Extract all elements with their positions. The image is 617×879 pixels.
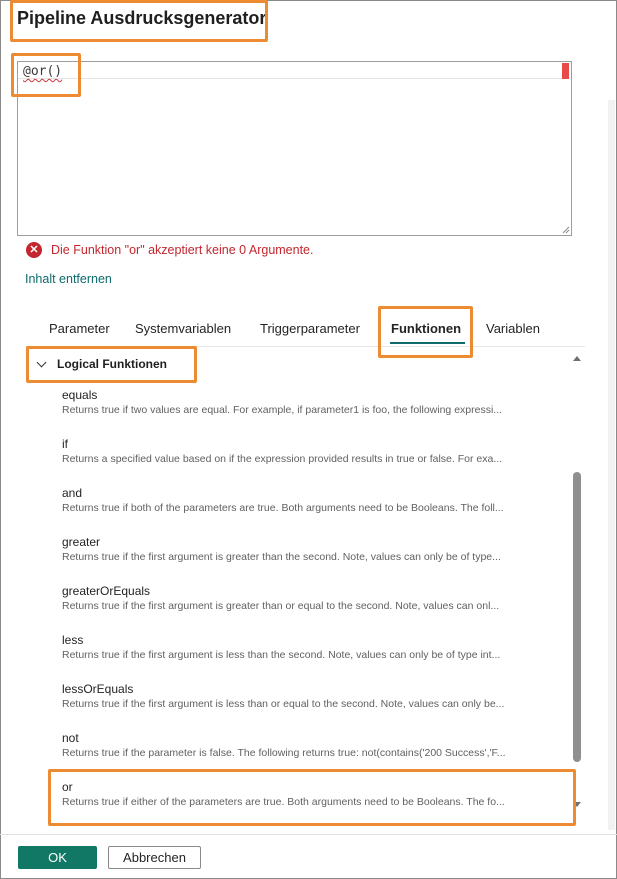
function-description: Returns true if the first argument is gr… — [62, 551, 501, 563]
function-item-greater[interactable]: greater Returns true if the first argume… — [62, 535, 566, 564]
function-name: less — [62, 633, 84, 647]
function-name: greater — [62, 535, 101, 549]
error-text: Die Funktion "or" akzeptiert keine 0 Arg… — [51, 243, 314, 257]
function-description: Returns true if the first argument is le… — [62, 698, 505, 710]
function-description: Returns true if both of the parameters a… — [62, 502, 504, 514]
function-description: Returns true if the first argument is le… — [62, 649, 501, 661]
tab-variablen[interactable]: Variablen — [486, 321, 540, 336]
active-tab-indicator — [390, 342, 465, 344]
function-item-greaterorequals[interactable]: greaterOrEquals Returns true if the firs… — [62, 584, 566, 613]
function-name: lessOrEquals — [62, 682, 134, 696]
function-name: and — [62, 486, 83, 500]
tab-triggerparameter[interactable]: Triggerparameter — [260, 321, 360, 336]
function-item-if[interactable]: if Returns a specified value based on if… — [62, 437, 566, 466]
tab-parameter[interactable]: Parameter — [49, 321, 110, 336]
cancel-button[interactable]: Abbrechen — [108, 846, 201, 869]
function-name: greaterOrEquals — [62, 584, 151, 598]
editor-current-line — [18, 78, 565, 79]
ok-button[interactable]: OK — [18, 846, 97, 869]
scroll-up-icon[interactable] — [573, 356, 581, 361]
tab-funktionen[interactable]: Funktionen — [391, 321, 461, 336]
section-label: Logical Funktionen — [57, 357, 167, 371]
remove-content-link[interactable]: Inhalt entfernen — [25, 272, 112, 286]
function-item-lessorequals[interactable]: lessOrEquals Returns true if the first a… — [62, 682, 566, 711]
function-item-and[interactable]: and Returns true if both of the paramete… — [62, 486, 566, 515]
chevron-down-icon — [36, 357, 47, 367]
function-name: or — [62, 780, 73, 794]
section-logical-functions[interactable]: Logical Funktionen — [36, 354, 167, 374]
tab-bar: Parameter Systemvariablen Triggerparamet… — [0, 318, 600, 346]
tabs-divider — [25, 346, 585, 347]
function-description: Returns true if either of the parameters… — [62, 796, 505, 808]
scroll-down-icon[interactable] — [573, 802, 581, 807]
function-list-scrollbar[interactable] — [572, 352, 582, 812]
scroll-thumb[interactable] — [573, 472, 581, 762]
resize-grip-icon[interactable] — [562, 226, 570, 234]
dialog-title: Pipeline Ausdrucksgenerator — [17, 8, 267, 28]
function-description: Returns true if the parameter is false. … — [62, 747, 506, 759]
function-item-or[interactable]: or Returns true if either of the paramet… — [62, 780, 566, 809]
expression-text[interactable]: @or() — [23, 64, 62, 79]
function-name: not — [62, 731, 79, 745]
error-message: ✕ Die Funktion "or" akzeptiert keine 0 A… — [26, 241, 313, 259]
tab-systemvariablen[interactable]: Systemvariablen — [135, 321, 231, 336]
function-name: if — [62, 437, 68, 451]
footer-divider — [0, 834, 617, 835]
function-item-less[interactable]: less Returns true if the first argument … — [62, 633, 566, 662]
function-item-equals[interactable]: equals Returns true if two values are eq… — [62, 388, 566, 417]
function-item-not[interactable]: not Returns true if the parameter is fal… — [62, 731, 566, 760]
error-icon: ✕ — [26, 242, 42, 258]
function-name: equals — [62, 388, 98, 402]
error-marker — [562, 63, 569, 79]
function-description: Returns true if two values are equal. Fo… — [62, 404, 503, 416]
function-description: Returns true if the first argument is gr… — [62, 600, 500, 612]
expression-editor[interactable]: @or() — [17, 61, 572, 236]
dialog-scrollbar[interactable] — [608, 100, 615, 830]
function-description: Returns a specified value based on if th… — [62, 453, 503, 465]
